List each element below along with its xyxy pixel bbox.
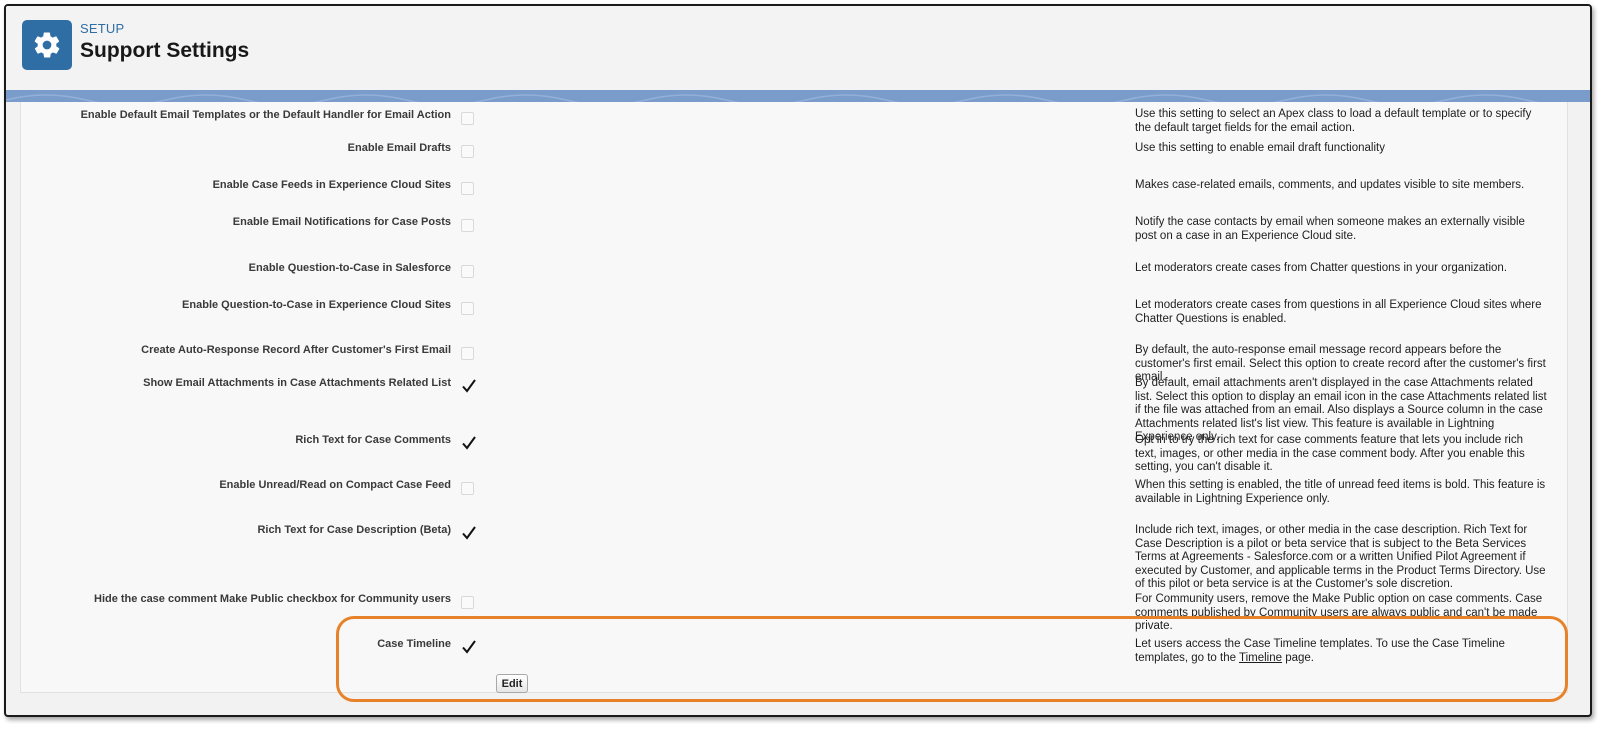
setting-label: Case Timeline bbox=[377, 638, 451, 650]
setting-description: Let moderators create cases from Chatter… bbox=[1135, 262, 1508, 274]
setting-checkbox[interactable] bbox=[461, 219, 474, 232]
setting-label: Enable Default Email Templates or the De… bbox=[80, 109, 451, 121]
setting-description: Notify the case contacts by email when s… bbox=[1135, 216, 1525, 242]
setting-checkbox[interactable] bbox=[461, 435, 477, 451]
setting-label: Hide the case comment Make Public checkb… bbox=[94, 593, 451, 605]
checkmark-icon bbox=[462, 640, 476, 654]
description-text-end: page. bbox=[1282, 651, 1315, 664]
setting-label: Enable Case Feeds in Experience Cloud Si… bbox=[212, 179, 451, 191]
setting-label: Enable Question-to-Case in Salesforce bbox=[248, 262, 451, 274]
setting-label: Rich Text for Case Comments bbox=[295, 434, 451, 446]
settings-panel: Enable Default Email Templates or the De… bbox=[20, 102, 1568, 693]
page-header: SETUP Support Settings bbox=[6, 6, 1590, 91]
setting-label: Show Email Attachments in Case Attachmen… bbox=[143, 377, 451, 389]
page-title: Support Settings bbox=[80, 39, 250, 62]
setting-checkbox[interactable] bbox=[461, 639, 477, 655]
setting-checkbox[interactable] bbox=[461, 265, 474, 278]
setup-breadcrumb[interactable]: SETUP bbox=[80, 21, 124, 36]
gear-icon bbox=[22, 20, 72, 70]
setting-label: Create Auto-Response Record After Custom… bbox=[141, 344, 451, 356]
timeline-link[interactable]: Timeline bbox=[1239, 652, 1282, 664]
setting-description: Makes case-related emails, comments, and… bbox=[1135, 179, 1525, 191]
setting-checkbox[interactable] bbox=[461, 525, 477, 541]
setting-description: Use this setting to enable email draft f… bbox=[1135, 142, 1385, 154]
setting-checkbox[interactable] bbox=[461, 182, 474, 195]
description-text: Let users access the Case Timeline templ… bbox=[1135, 638, 1505, 664]
setting-description: Let moderators create cases from questio… bbox=[1135, 299, 1542, 325]
setting-label: Enable Email Notifications for Case Post… bbox=[232, 216, 451, 228]
setting-label: Enable Unread/Read on Compact Case Feed bbox=[219, 479, 451, 491]
checkmark-icon bbox=[462, 526, 476, 540]
setting-description: Let users access the Case Timeline templ… bbox=[1135, 638, 1547, 665]
setting-checkbox[interactable] bbox=[461, 302, 474, 315]
edit-button[interactable]: Edit bbox=[496, 674, 528, 693]
setting-label: Enable Email Drafts bbox=[347, 142, 451, 154]
setting-checkbox[interactable] bbox=[461, 596, 474, 609]
setting-label: Rich Text for Case Description (Beta) bbox=[257, 524, 451, 536]
setting-description: Include rich text, images, or other medi… bbox=[1135, 524, 1546, 590]
setting-checkbox[interactable] bbox=[461, 145, 474, 158]
setting-description: Use this setting to select an Apex class… bbox=[1135, 108, 1532, 134]
checkmark-icon bbox=[462, 436, 476, 450]
setting-checkbox[interactable] bbox=[461, 482, 474, 495]
setting-checkbox[interactable] bbox=[461, 112, 474, 125]
header-decoration-band bbox=[6, 90, 1590, 102]
setting-checkbox[interactable] bbox=[461, 378, 477, 394]
checkmark-icon bbox=[462, 379, 476, 393]
setting-description: When this setting is enabled, the title … bbox=[1135, 479, 1546, 505]
setting-description: Opt in to try the rich text for case com… bbox=[1135, 434, 1525, 473]
setting-description: For Community users, remove the Make Pub… bbox=[1135, 593, 1543, 632]
setting-checkbox[interactable] bbox=[461, 347, 474, 360]
setting-label: Enable Question-to-Case in Experience Cl… bbox=[182, 299, 451, 311]
app-window: SETUP Support Settings Enable Default Em… bbox=[4, 4, 1592, 717]
